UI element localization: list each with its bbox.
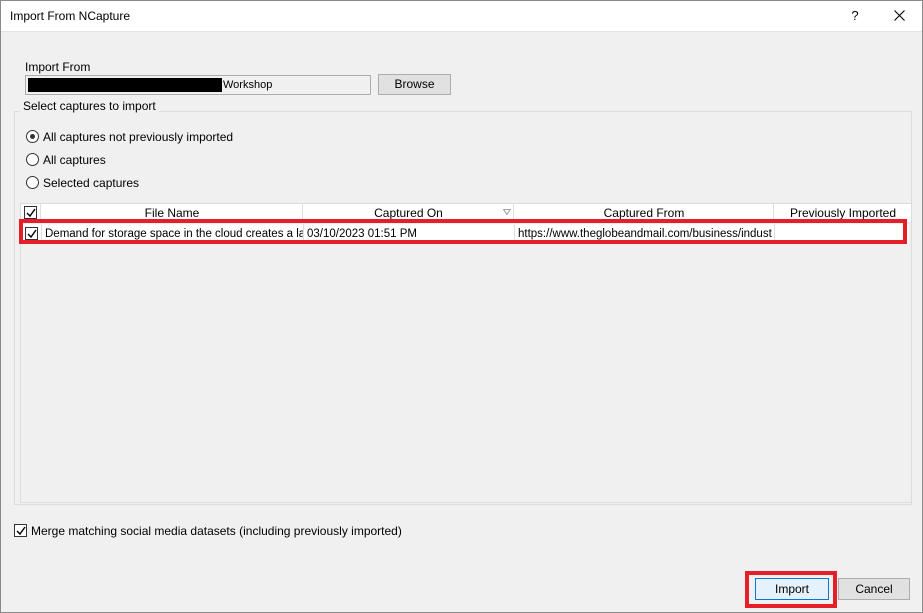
import-path-field[interactable]: Workshop xyxy=(25,75,371,95)
radio-selected-captures[interactable] xyxy=(26,176,39,189)
radio-label-all-captures: All captures xyxy=(43,153,106,167)
dialog-title: Import From NCapture xyxy=(10,9,131,23)
close-icon xyxy=(893,10,905,21)
title-bar: Import From NCapture ? xyxy=(1,1,922,32)
checkmark-icon xyxy=(16,526,26,536)
redacted-path xyxy=(28,78,222,92)
radio-all-captures[interactable] xyxy=(26,153,39,166)
captures-group-label: Select captures to import xyxy=(20,99,159,113)
browse-button[interactable]: Browse xyxy=(378,74,451,95)
column-label-captured-on: Captured On xyxy=(374,206,443,220)
radio-not-previously-imported[interactable] xyxy=(26,130,39,143)
radio-label-not-previously-imported: All captures not previously imported xyxy=(43,130,234,144)
help-button[interactable]: ? xyxy=(841,5,869,27)
sort-descending-icon xyxy=(503,209,511,215)
captures-table[interactable]: File Name Captured On Captured From Prev… xyxy=(20,203,912,503)
import-from-label: Import From xyxy=(25,60,91,74)
select-all-checkbox[interactable] xyxy=(24,206,37,219)
merge-datasets-checkbox[interactable] xyxy=(14,524,27,537)
path-visible-text: Workshop xyxy=(223,79,273,91)
cancel-button[interactable]: Cancel xyxy=(838,578,910,600)
merge-datasets-label: Merge matching social media datasets (in… xyxy=(31,524,402,538)
import-dialog: Import From NCapture ? Import From Works… xyxy=(0,0,923,613)
checkmark-icon xyxy=(26,208,36,218)
radio-label-selected-captures: Selected captures xyxy=(43,176,140,190)
close-button[interactable] xyxy=(884,5,914,27)
import-button[interactable]: Import xyxy=(755,578,829,600)
row-highlight-box xyxy=(19,219,907,244)
